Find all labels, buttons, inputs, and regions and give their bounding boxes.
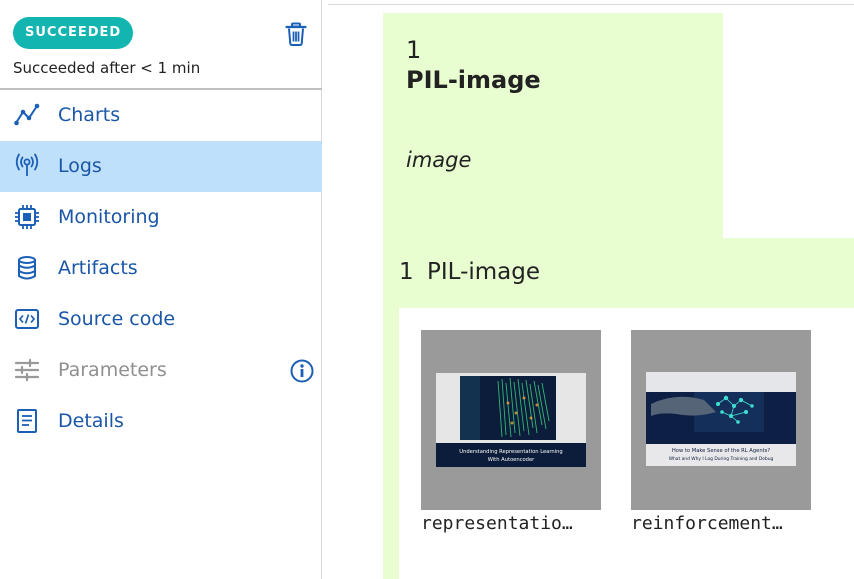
sidebar-item-label: Parameters xyxy=(58,359,167,381)
image-thumbnail[interactable]: Understanding Representation Learning Wi… xyxy=(421,330,601,510)
sidebar-item-label: Source code xyxy=(58,308,176,330)
sidebar-item-parameters[interactable]: Parameters xyxy=(0,345,322,396)
run-duration: Succeeded after < 1 min xyxy=(13,59,201,77)
sidebar-item-label: Charts xyxy=(58,104,121,126)
chart-line-icon xyxy=(14,102,40,128)
image-gallery: Understanding Representation Learning Wi… xyxy=(399,308,854,579)
image-thumbnail[interactable]: How to Make Sense of the RL Agents? What… xyxy=(631,330,811,510)
image-caption: representatio… xyxy=(421,513,573,534)
group-number: 1 xyxy=(399,259,414,285)
sidebar-nav: Charts Logs Monitoring Artifacts Source … xyxy=(0,90,322,447)
sidebar-item-source-code[interactable]: Source code xyxy=(0,294,322,345)
top-divider xyxy=(328,4,854,5)
group-title: PIL-image xyxy=(427,259,541,285)
code-icon xyxy=(14,306,40,332)
main-content: 1 PIL-image image 1 PIL-image Understand… xyxy=(322,0,854,579)
sidebar-item-details[interactable]: Details xyxy=(0,396,322,447)
thumbnail-text: How to Make Sense of the RL Agents? xyxy=(672,448,770,454)
thumbnail-text: What and Why I Log During Training and D… xyxy=(669,456,774,462)
sidebar-item-label: Logs xyxy=(58,155,102,177)
status-row: SUCCEEDED xyxy=(13,17,307,49)
sliders-icon xyxy=(14,357,40,383)
database-icon xyxy=(14,255,40,281)
info-icon[interactable] xyxy=(290,359,314,383)
thumbnail-image: How to Make Sense of the RL Agents? What… xyxy=(646,372,796,466)
sidebar-item-label: Details xyxy=(58,410,124,432)
thumbnail-image: Understanding Representation Learning Wi… xyxy=(436,373,586,467)
chip-icon xyxy=(14,204,40,230)
sidebar-item-artifacts[interactable]: Artifacts xyxy=(0,243,322,294)
sidebar-item-label: Monitoring xyxy=(58,206,160,228)
panel-subtitle: image xyxy=(406,148,472,172)
sidebar-item-logs[interactable]: Logs xyxy=(0,141,322,192)
thumbnail-text: Understanding Representation Learning xyxy=(459,449,562,455)
status-badge: SUCCEEDED xyxy=(13,17,134,49)
sidebar-item-charts[interactable]: Charts xyxy=(0,90,322,141)
sidebar-item-label: Artifacts xyxy=(58,257,138,279)
image-caption: reinforcement… xyxy=(631,513,783,534)
panel-title: PIL-image xyxy=(406,66,541,94)
trash-icon[interactable] xyxy=(285,22,307,46)
step-number: 1 xyxy=(406,36,422,64)
document-icon xyxy=(14,408,40,434)
sidebar: SUCCEEDED Succeeded after < 1 min Charts… xyxy=(0,0,322,579)
sidebar-item-monitoring[interactable]: Monitoring xyxy=(0,192,322,243)
broadcast-icon xyxy=(14,153,40,179)
thumbnail-text: With Autoencoder xyxy=(488,457,535,463)
step-panel xyxy=(383,13,723,245)
